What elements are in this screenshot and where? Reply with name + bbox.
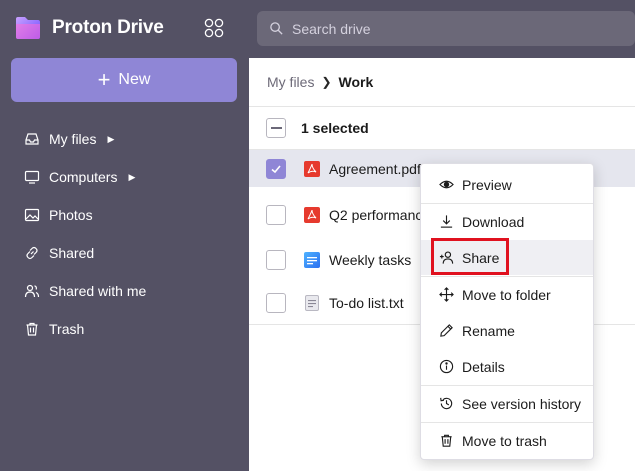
menu-item-label: Details bbox=[462, 358, 505, 375]
txt-icon bbox=[305, 294, 319, 311]
row-checkbox[interactable] bbox=[266, 158, 286, 179]
sidebar-item-label: Trash bbox=[49, 321, 85, 337]
chevron-right-icon: ❯ bbox=[321, 75, 332, 89]
caret-right-icon[interactable]: ▶ bbox=[107, 134, 114, 145]
sidebar-item-shared-with-me[interactable]: Shared with me bbox=[0, 272, 249, 310]
top-bar bbox=[249, 0, 635, 58]
menu-item-share[interactable]: Share bbox=[421, 240, 593, 275]
sidebar-item-label: My files bbox=[49, 131, 97, 147]
menu-item-download[interactable]: Download bbox=[421, 204, 593, 239]
sidebar-item-label: Shared bbox=[49, 245, 95, 261]
breadcrumb-my-files[interactable]: My files bbox=[267, 74, 314, 90]
sidebar-item-trash[interactable]: Trash bbox=[0, 310, 249, 348]
breadcrumb-current: Work bbox=[338, 74, 374, 90]
check-icon bbox=[271, 164, 281, 173]
menu-item-label: Download bbox=[462, 213, 525, 230]
menu-item-version-history[interactable]: See version history bbox=[421, 386, 593, 421]
sidebar-item-photos[interactable]: Photos bbox=[0, 196, 249, 234]
menu-item-label: See version history bbox=[462, 395, 582, 412]
new-button-label: New bbox=[118, 71, 151, 88]
menu-item-label: Share bbox=[462, 249, 500, 266]
pdf-icon bbox=[304, 160, 320, 177]
search-input[interactable] bbox=[292, 20, 592, 37]
search-box[interactable] bbox=[257, 11, 635, 46]
download-icon bbox=[440, 215, 453, 228]
sidebar-item-computers[interactable]: Computers ▶ bbox=[0, 158, 249, 196]
indeterminate-icon bbox=[270, 127, 282, 129]
sidebar-item-label: Photos bbox=[49, 207, 93, 223]
sidebar-item-shared[interactable]: Shared bbox=[0, 234, 249, 272]
trash-icon bbox=[26, 322, 38, 336]
selection-count: 1 selected bbox=[301, 120, 369, 136]
info-icon bbox=[439, 359, 454, 374]
users-icon bbox=[24, 284, 40, 298]
image-icon bbox=[24, 208, 40, 222]
file-name: Q2 performance bbox=[329, 206, 431, 223]
sidebar-nav: My files ▶ Computers ▶ Photos Shared Sha… bbox=[0, 120, 249, 348]
breadcrumb: My files ❯ Work bbox=[267, 74, 373, 90]
row-checkbox[interactable] bbox=[266, 204, 286, 225]
pdf-icon bbox=[304, 206, 320, 223]
context-menu: Preview Download Share Move to folder Re… bbox=[420, 163, 594, 460]
file-name: To-do list.txt bbox=[329, 294, 404, 311]
sidebar-item-label: Shared with me bbox=[49, 283, 147, 299]
menu-item-label: Move to trash bbox=[462, 432, 547, 449]
sidebar: Proton Drive + New My files ▶ Computers … bbox=[0, 0, 249, 471]
pencil-icon bbox=[440, 324, 453, 337]
menu-item-rename[interactable]: Rename bbox=[421, 313, 593, 348]
selection-header: 1 selected bbox=[249, 106, 635, 150]
user-plus-icon bbox=[439, 251, 454, 264]
link-icon bbox=[26, 246, 38, 260]
app-title: Proton Drive bbox=[52, 17, 164, 38]
menu-item-label: Move to folder bbox=[462, 286, 551, 303]
row-checkbox[interactable] bbox=[266, 249, 286, 270]
file-name: Agreement.pdf bbox=[329, 160, 421, 177]
doc-icon bbox=[304, 251, 320, 268]
new-button[interactable]: + New bbox=[11, 58, 237, 102]
search-icon bbox=[270, 22, 283, 35]
eye-icon bbox=[439, 180, 454, 189]
sidebar-item-my-files[interactable]: My files ▶ bbox=[0, 120, 249, 158]
sidebar-item-label: Computers bbox=[49, 169, 118, 185]
menu-item-preview[interactable]: Preview bbox=[421, 167, 593, 202]
menu-item-move-to-trash[interactable]: Move to trash bbox=[421, 423, 593, 458]
menu-item-details[interactable]: Details bbox=[421, 349, 593, 384]
trash-icon bbox=[441, 434, 452, 447]
proton-drive-logo-icon bbox=[16, 17, 40, 39]
plus-icon: + bbox=[97, 67, 111, 92]
caret-right-icon[interactable]: ▶ bbox=[128, 172, 135, 183]
app-logo[interactable]: Proton Drive bbox=[14, 14, 164, 42]
history-icon bbox=[440, 397, 453, 410]
apps-grid-icon[interactable] bbox=[204, 18, 224, 38]
row-checkbox[interactable] bbox=[266, 292, 286, 313]
select-all-checkbox[interactable] bbox=[266, 118, 286, 138]
menu-item-label: Preview bbox=[462, 176, 512, 193]
menu-item-label: Rename bbox=[462, 322, 515, 339]
arrows-move-icon bbox=[439, 287, 454, 302]
monitor-icon bbox=[24, 170, 40, 184]
inbox-icon bbox=[25, 133, 39, 145]
file-name: Weekly tasks bbox=[329, 251, 412, 268]
menu-item-move-to-folder[interactable]: Move to folder bbox=[421, 277, 593, 312]
